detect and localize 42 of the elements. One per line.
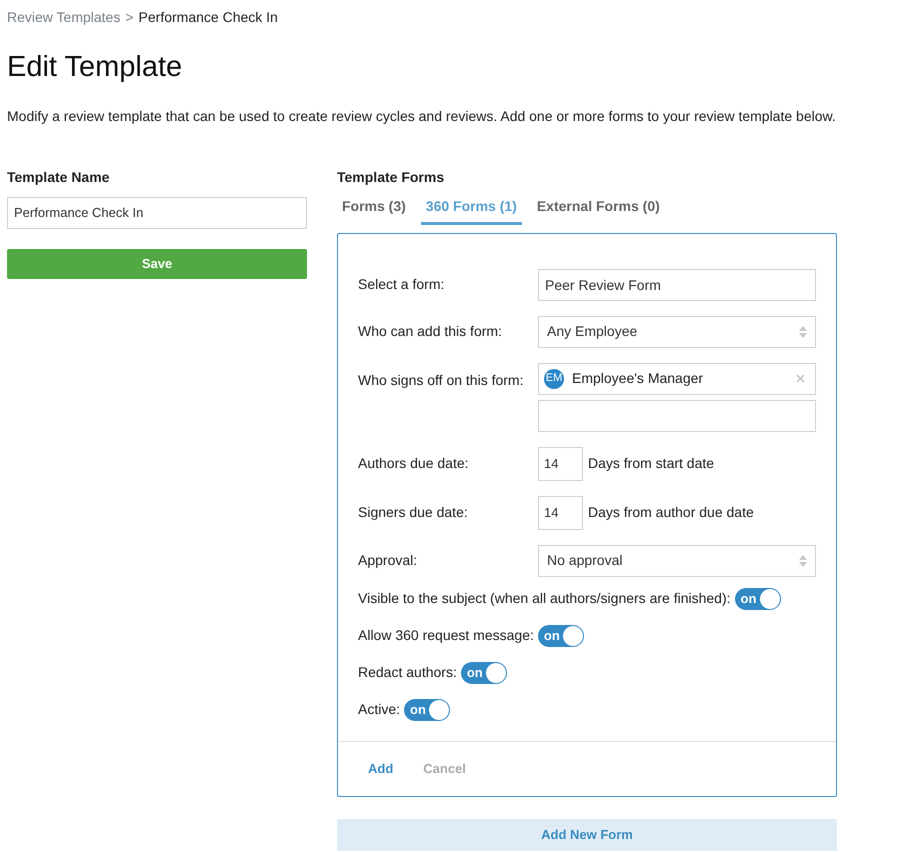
- days-suffix: Days from start date: [588, 454, 714, 473]
- toggle-switch[interactable]: on: [404, 698, 450, 720]
- close-icon[interactable]: [796, 374, 805, 383]
- signer-name: Employee's Manager: [572, 369, 704, 388]
- field-label: Signers due date:: [358, 503, 469, 522]
- toggle-switch[interactable]: on: [538, 624, 584, 646]
- section-heading: Template Forms: [337, 168, 446, 187]
- form-tab[interactable]: External Forms (0): [532, 196, 665, 224]
- add-button[interactable]: Add: [368, 758, 394, 778]
- breadcrumb-separator: >: [125, 8, 134, 27]
- days-input[interactable]: 14: [538, 446, 583, 480]
- sort-arrows-icon: [799, 554, 807, 566]
- toggle-label: Visible to the subject (when all authors/signers are finished):: [358, 589, 730, 608]
- breadcrumb-current: Performance Check In: [138, 8, 278, 27]
- form-input[interactable]: Peer Review Form: [538, 268, 816, 300]
- sort-arrows-icon: [799, 326, 807, 338]
- section-heading: Template Name: [7, 168, 110, 187]
- field-label: Who signs off on this form:: [358, 370, 524, 390]
- add-new-form-button[interactable]: Add New Form: [337, 818, 837, 850]
- page-description: Modify a review template that can be used to create review cycles and reviews. Add one or more forms to your review template below.: [7, 106, 837, 126]
- toggle-switch[interactable]: on: [734, 588, 780, 610]
- field-label: Approval:: [358, 551, 418, 570]
- save-button[interactable]: Save: [7, 248, 307, 278]
- field-label: Authors due date:: [358, 454, 470, 473]
- field-label: Select a form:: [358, 275, 446, 294]
- select-dropdown[interactable]: Any Employee: [538, 316, 816, 348]
- days-suffix: Days from author due date: [588, 503, 754, 522]
- toggle-switch[interactable]: on: [460, 662, 507, 684]
- toggle-label: Allow 360 request message:: [358, 626, 534, 645]
- toggle-label: Redact authors:: [358, 663, 457, 682]
- breadcrumb-link[interactable]: Review Templates: [7, 7, 120, 28]
- avatar-initials: EM: [544, 368, 564, 388]
- page-title: Edit Template: [7, 50, 184, 85]
- toggle-label: Active:: [358, 700, 400, 719]
- template-name-input[interactable]: Performance Check In: [7, 196, 307, 228]
- select-dropdown[interactable]: No approval: [538, 544, 816, 576]
- form-tab[interactable]: Forms (3): [337, 196, 411, 224]
- field-label: Who can add this form:: [358, 322, 503, 341]
- days-input[interactable]: 14: [538, 496, 583, 530]
- signer-search-input[interactable]: [538, 400, 816, 432]
- form-tab[interactable]: 360 Forms (1): [420, 196, 522, 224]
- cancel-button[interactable]: Cancel: [423, 758, 466, 778]
